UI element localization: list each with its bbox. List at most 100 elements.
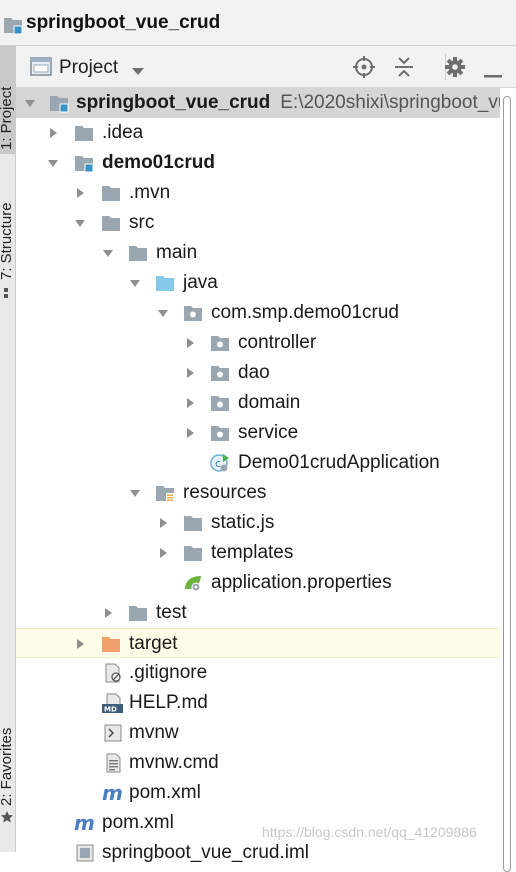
- maven-icon: m: [74, 811, 96, 835]
- tree-label-domain: domain: [238, 392, 301, 413]
- collapsed-arrow-icon[interactable]: [47, 126, 59, 138]
- locate-icon[interactable]: [353, 56, 375, 83]
- shell-script-icon: [102, 722, 124, 744]
- collapse-all-icon[interactable]: [394, 56, 414, 83]
- project-view-selector[interactable]: Project: [59, 57, 118, 79]
- tree-row-gitignore[interactable]: .gitignore: [16, 658, 500, 688]
- tree-row-controller[interactable]: controller: [16, 328, 500, 358]
- navigation-bar: springboot_vue_crud: [0, 0, 516, 46]
- expanded-arrow-icon[interactable]: [129, 486, 141, 498]
- tree-label-iml: springboot_vue_crud.iml: [102, 842, 310, 863]
- tree-row-root[interactable]: springboot_vue_crud E:\2020shixi\springbo…: [16, 88, 516, 118]
- folder-icon: [100, 212, 122, 234]
- markdown-file-icon: MD: [102, 692, 124, 714]
- tree-row-target[interactable]: target: [16, 628, 500, 658]
- tree-row-domain[interactable]: domain: [16, 388, 500, 418]
- tree-label-main: main: [156, 242, 198, 263]
- tree-row-main[interactable]: main: [16, 238, 500, 268]
- expanded-arrow-icon[interactable]: [74, 216, 86, 228]
- tree-label-service: service: [238, 422, 299, 443]
- tree-label-root: springboot_vue_crud E:\2020shixi\springbo…: [76, 92, 516, 114]
- expanded-arrow-icon[interactable]: [129, 276, 141, 288]
- expanded-arrow-icon[interactable]: [47, 156, 59, 168]
- tree-row-application-class[interactable]: c Demo01crudApplication: [16, 448, 500, 478]
- module-folder-icon: [2, 14, 24, 41]
- minimize-icon[interactable]: [484, 66, 502, 84]
- expanded-arrow-icon[interactable]: [157, 306, 169, 318]
- tree-label-idea: .idea: [102, 122, 144, 143]
- breadcrumb-project[interactable]: springboot_vue_crud: [26, 12, 220, 34]
- tree-row-templates[interactable]: templates: [16, 538, 500, 568]
- tree-label-pom-root: pom.xml: [102, 812, 174, 833]
- tree-label-help: HELP.md: [129, 692, 208, 713]
- tree-row-java[interactable]: java: [16, 268, 500, 298]
- tree-row-mvnw[interactable]: mvnw: [16, 718, 500, 748]
- maven-icon: m: [102, 781, 124, 805]
- tree-label-target: target: [129, 633, 178, 654]
- folder-icon: [127, 242, 149, 264]
- tree-row-mvnw-cmd[interactable]: mvnw.cmd: [16, 748, 500, 778]
- ignore-file-icon: [102, 662, 124, 684]
- tree-row-resources[interactable]: resources: [16, 478, 500, 508]
- folder-icon: [182, 512, 204, 534]
- module-file-icon: [74, 842, 96, 864]
- favorites-tool-tab[interactable]: 2: Favorites: [0, 706, 16, 832]
- expanded-arrow-icon[interactable]: [24, 96, 36, 108]
- structure-tool-tab-label: 7: Structure: [0, 202, 15, 280]
- collapsed-arrow-icon[interactable]: [102, 606, 114, 618]
- folder-icon: [73, 122, 95, 144]
- tree-row-iml[interactable]: springboot_vue_crud.iml: [16, 838, 500, 868]
- tree-row-mvn[interactable]: .mvn: [16, 178, 500, 208]
- spring-properties-icon: [182, 572, 204, 594]
- tree-row-pom-module[interactable]: m pom.xml: [16, 778, 500, 808]
- tree-row-static[interactable]: static.js: [16, 508, 500, 538]
- package-icon: [209, 392, 231, 414]
- root-path: E:\2020shixi\springboot_vue_: [280, 92, 516, 113]
- tree-label-controller: controller: [238, 332, 317, 353]
- tree-row-test[interactable]: test: [16, 598, 500, 628]
- module-folder-icon: [73, 152, 95, 174]
- svg-text:m: m: [102, 782, 123, 804]
- tree-row-demo01crud[interactable]: demo01crud: [16, 148, 500, 178]
- tree-row-package[interactable]: com.smp.demo01crud: [16, 298, 500, 328]
- collapsed-arrow-icon[interactable]: [184, 426, 196, 438]
- package-icon: [209, 332, 231, 354]
- collapsed-arrow-icon[interactable]: [184, 336, 196, 348]
- gear-icon[interactable]: [444, 56, 466, 83]
- package-icon: [209, 422, 231, 444]
- tree-row-idea[interactable]: .idea: [16, 118, 500, 148]
- tree-row-dao[interactable]: dao: [16, 358, 500, 388]
- structure-tool-tab[interactable]: 7: Structure: [0, 176, 16, 306]
- project-panel-header: Project: [16, 46, 516, 88]
- tree-row-service[interactable]: service: [16, 418, 500, 448]
- project-view-icon: [30, 57, 52, 82]
- tree-label-test: test: [156, 602, 187, 623]
- svg-text:MD: MD: [104, 706, 117, 714]
- collapsed-arrow-icon[interactable]: [74, 186, 86, 198]
- tree-row-src[interactable]: src: [16, 208, 500, 238]
- tree-label-resources: resources: [183, 482, 267, 503]
- spring-boot-class-icon: c: [209, 452, 231, 474]
- project-tool-tab[interactable]: 1: Project: [0, 46, 16, 154]
- folder-icon: [127, 602, 149, 624]
- source-folder-icon: [154, 272, 176, 294]
- tree-label-mvnw: mvnw: [129, 722, 179, 743]
- tool-window-strip: 1: Project 7: Structure 2: Favorites: [0, 46, 16, 852]
- vertical-scrollbar[interactable]: [500, 88, 516, 872]
- package-icon: [209, 362, 231, 384]
- collapsed-arrow-icon[interactable]: [74, 637, 86, 649]
- scrollbar-thumb[interactable]: [503, 96, 511, 872]
- dropdown-chevron-icon[interactable]: [131, 63, 145, 81]
- collapsed-arrow-icon[interactable]: [184, 366, 196, 378]
- tree-row-help[interactable]: MD HELP.md: [16, 688, 500, 718]
- tree-label-mvn: .mvn: [129, 182, 171, 203]
- folder-icon: [182, 542, 204, 564]
- collapsed-arrow-icon[interactable]: [184, 396, 196, 408]
- resources-folder-icon: [154, 482, 176, 504]
- collapsed-arrow-icon[interactable]: [157, 516, 169, 528]
- structure-icon: [2, 286, 14, 305]
- tree-label-dao: dao: [238, 362, 270, 383]
- tree-row-properties[interactable]: application.properties: [16, 568, 500, 598]
- collapsed-arrow-icon[interactable]: [157, 546, 169, 558]
- expanded-arrow-icon[interactable]: [102, 246, 114, 258]
